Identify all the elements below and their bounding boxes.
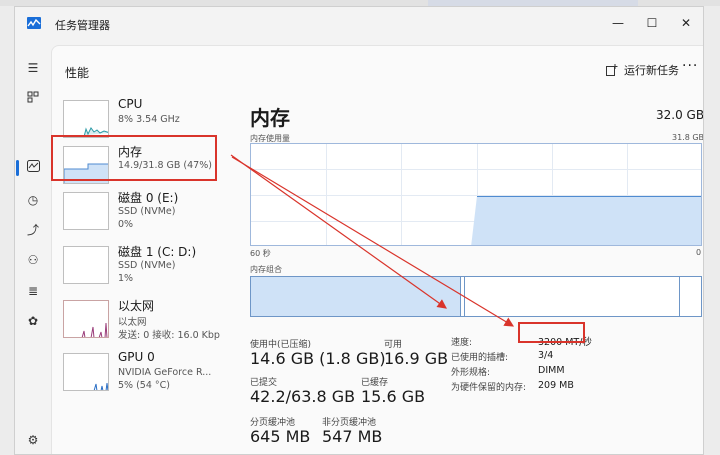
annotation-arrows: [230, 154, 515, 327]
arrow-to-speed: [231, 156, 515, 327]
arrow-to-composition: [230, 154, 447, 309]
